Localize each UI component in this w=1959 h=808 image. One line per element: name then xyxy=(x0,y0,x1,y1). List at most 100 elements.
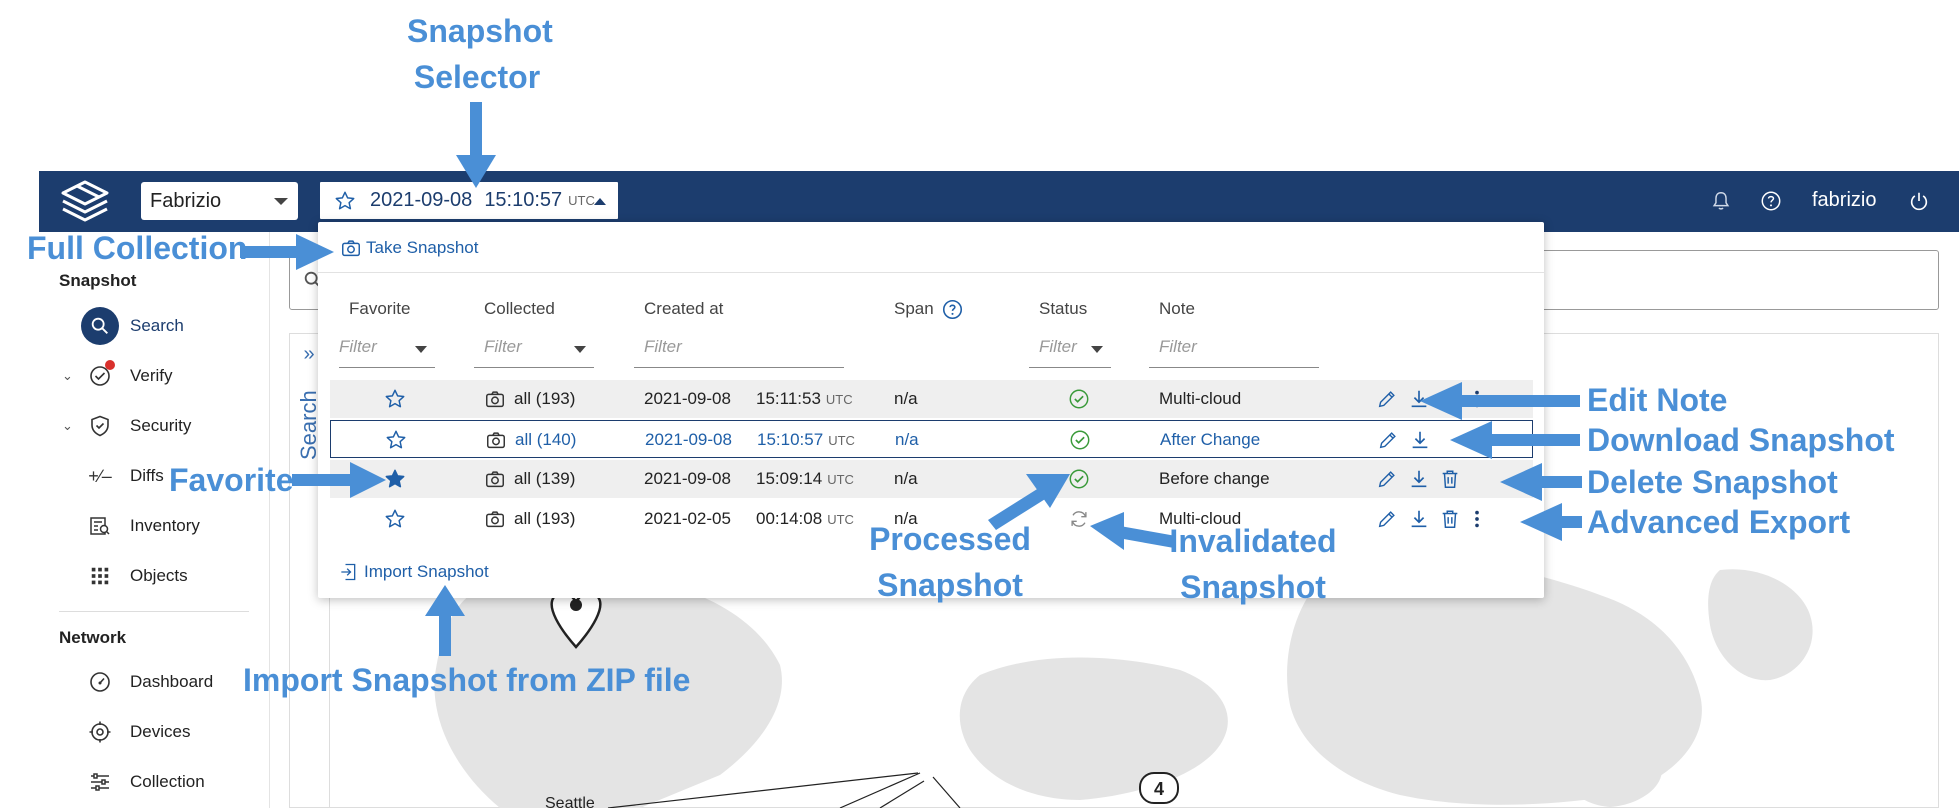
download-icon[interactable] xyxy=(1408,508,1430,530)
devices-icon xyxy=(88,720,112,744)
camera-icon xyxy=(342,240,360,257)
created-at-filter[interactable]: Filter xyxy=(634,332,844,368)
snapshot-row[interactable]: all (139) 2021-09-08 15:09:14 UTC n/a Bef… xyxy=(330,460,1533,498)
sidebar-section-network: Network xyxy=(59,628,127,647)
filter-placeholder: Filter xyxy=(644,337,682,356)
download-icon[interactable] xyxy=(1409,429,1431,451)
bell-icon[interactable] xyxy=(1710,190,1732,212)
check-circle-icon xyxy=(1070,430,1090,450)
note-value: After Change xyxy=(1160,430,1261,449)
chevron-down-icon[interactable]: ⌄ xyxy=(62,418,73,434)
created-date: 2021-09-08 xyxy=(644,469,731,488)
download-icon[interactable] xyxy=(1408,388,1430,410)
annotation-text: Invalidated xyxy=(1169,523,1337,559)
column-header-note: Note xyxy=(1159,299,1195,318)
annotation-import-zip: Import Snapshot from ZIP file xyxy=(243,662,691,698)
snapshot-row[interactable]: all (193) 2021-09-08 15:11:53 UTC n/a Mul… xyxy=(330,380,1533,418)
pencil-icon[interactable] xyxy=(1376,468,1398,490)
created-time-tz: UTC xyxy=(828,432,855,448)
created-time: 15:11:53 UTC xyxy=(756,380,853,418)
trash-icon[interactable] xyxy=(1439,508,1461,530)
import-snapshot-button[interactable]: Import Snapshot xyxy=(338,562,489,582)
sidebar-item-diffs[interactable]: +∕– Diffs xyxy=(88,456,163,496)
sidebar-item-label: Security xyxy=(130,416,192,435)
help-icon[interactable] xyxy=(1760,190,1782,212)
sidebar-item-search[interactable]: Search xyxy=(81,306,184,346)
annotation-snapshot-selector: Snapshot Selector xyxy=(407,8,553,100)
check-circle-icon xyxy=(1069,469,1089,489)
sidebar-item-label: Inventory xyxy=(130,516,200,535)
map-cluster-count: 4 xyxy=(1154,779,1164,799)
map-city-label: Seattle xyxy=(545,795,595,808)
sidebar-item-label: Devices xyxy=(130,722,191,741)
inventory-icon xyxy=(88,514,112,538)
power-icon[interactable] xyxy=(1908,190,1930,212)
column-header-collected: Collected xyxy=(484,299,555,318)
refresh-icon xyxy=(1071,511,1087,527)
gauge-icon xyxy=(88,670,112,694)
column-header-created-at: Created at xyxy=(644,299,724,318)
map-cluster-badge[interactable]: 4 xyxy=(1139,772,1179,804)
trash-icon[interactable] xyxy=(1439,388,1461,410)
help-icon[interactable] xyxy=(942,299,963,320)
sidebar-item-label: Objects xyxy=(130,566,188,585)
filter-placeholder: Filter xyxy=(1039,337,1077,356)
chevron-down-icon xyxy=(1091,346,1103,353)
sidebar-item-collection[interactable]: Collection xyxy=(88,762,205,802)
take-snapshot-button[interactable]: Take Snapshot xyxy=(340,237,478,259)
sidebar-item-label: Search xyxy=(130,316,184,335)
star-filled-icon[interactable] xyxy=(384,468,406,490)
sidebar-item-dashboard[interactable]: Dashboard xyxy=(88,662,213,702)
diff-icon: +∕– xyxy=(88,465,112,486)
sidebar-item-objects[interactable]: Objects xyxy=(88,556,188,596)
more-vertical-icon[interactable] xyxy=(1466,388,1488,410)
created-time: 00:14:08 UTC xyxy=(756,500,854,538)
annotation-text: Snapshot xyxy=(407,13,553,49)
snapshot-row-selected[interactable]: all (140) 2021-09-08 15:10:57 UTC n/a Aft… xyxy=(330,420,1533,458)
annotation-text: Snapshot xyxy=(1180,569,1326,605)
column-header-favorite: Favorite xyxy=(349,299,411,318)
span-value: n/a xyxy=(895,430,919,449)
sidebar-item-label: Dashboard xyxy=(130,672,214,691)
star-outline-icon[interactable] xyxy=(384,388,406,410)
column-header-status: Status xyxy=(1039,299,1088,318)
annotation-invalidated-snapshot: Invalidated Snapshot xyxy=(1163,518,1343,610)
chevron-down-icon[interactable]: ⌄ xyxy=(62,368,73,384)
download-icon[interactable] xyxy=(1408,468,1430,490)
sidebar-item-label: Verify xyxy=(130,366,173,385)
pencil-icon[interactable] xyxy=(1376,508,1398,530)
collected-filter[interactable]: Filter xyxy=(474,332,594,368)
snapshot-selector[interactable]: 2021-09-08 15:10:57 UTC xyxy=(318,180,620,221)
user-menu[interactable]: fabrizio xyxy=(1812,189,1876,212)
star-outline-icon[interactable] xyxy=(384,508,406,530)
sidebar-item-security[interactable]: Security xyxy=(88,406,191,446)
trash-icon[interactable] xyxy=(1439,468,1461,490)
sidebar-item-inventory[interactable]: Inventory xyxy=(88,506,200,546)
filter-placeholder: Filter xyxy=(1159,337,1197,356)
created-date: 2021-09-08 xyxy=(645,430,732,449)
status-filter[interactable]: Filter xyxy=(1029,332,1111,368)
network-select[interactable]: Fabrizio xyxy=(141,182,298,220)
more-vertical-icon[interactable] xyxy=(1466,508,1488,530)
annotation-full-collection: Full Collection xyxy=(27,230,248,266)
pencil-icon[interactable] xyxy=(1377,429,1399,451)
created-date: 2021-09-08 xyxy=(644,389,731,408)
annotation-text: Processed xyxy=(869,521,1031,557)
sidebar-item-verify[interactable]: Verify xyxy=(88,356,173,396)
app-logo-icon[interactable] xyxy=(55,178,115,224)
sidebar-item-devices[interactable]: Devices xyxy=(88,712,190,752)
chevron-down-icon xyxy=(415,346,427,353)
sidebar-section-snapshot: Snapshot xyxy=(59,271,137,290)
filter-placeholder: Filter xyxy=(339,337,377,356)
created-time: 15:10:57 UTC xyxy=(757,421,855,459)
chevron-up-icon xyxy=(594,198,606,205)
created-time-value: 15:09:14 xyxy=(756,469,823,488)
star-outline-icon[interactable] xyxy=(385,429,407,451)
pencil-icon[interactable] xyxy=(1376,388,1398,410)
note-filter[interactable]: Filter xyxy=(1149,332,1319,368)
span-value: n/a xyxy=(894,469,918,488)
favorite-filter[interactable]: Filter xyxy=(339,332,435,368)
more-vertical-icon[interactable] xyxy=(1467,429,1489,451)
annotation-advanced-export: Advanced Export xyxy=(1587,504,1851,540)
verify-icon xyxy=(88,360,115,388)
